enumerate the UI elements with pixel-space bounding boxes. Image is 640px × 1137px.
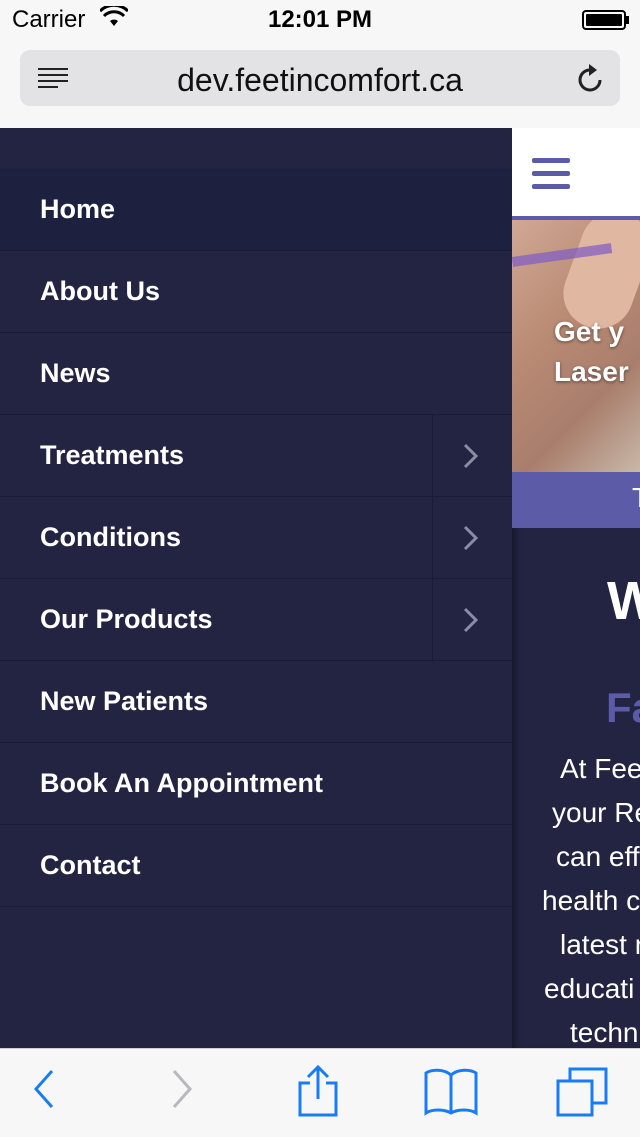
chevron-right-icon (463, 525, 479, 551)
nav-item-about-us[interactable]: About Us (0, 251, 512, 333)
paragraph-line: health c (542, 885, 640, 916)
chevron-right-icon (463, 607, 479, 633)
hamburger-menu-icon[interactable] (532, 158, 570, 190)
forward-icon[interactable] (170, 1067, 196, 1111)
paragraph-line: educati (544, 973, 635, 1004)
nav-item-new-patients[interactable]: New Patients (0, 661, 512, 743)
nav-item-label: Contact (40, 850, 141, 880)
site-header (512, 128, 640, 220)
browser-address-area: dev.feetincomfort.ca (0, 40, 640, 128)
paragraph-line: latest r (560, 929, 640, 960)
nav-item-label: Book An Appointment (40, 768, 323, 798)
paragraph-line: At Fee (560, 753, 640, 784)
chevron-right-icon (463, 443, 479, 469)
side-navigation: Home About Us News Treatments Conditions… (0, 128, 512, 1048)
nav-item-conditions[interactable]: Conditions (0, 497, 512, 579)
welcome-heading: W (607, 571, 640, 631)
expand-products-button[interactable] (432, 579, 512, 660)
hero-heading-line2: Laser (554, 356, 629, 387)
address-bar[interactable]: dev.feetincomfort.ca (20, 50, 620, 106)
nav-item-label: Treatments (40, 440, 185, 470)
nav-item-label: New Patients (40, 686, 209, 716)
nav-item-label: Our Products (40, 604, 213, 634)
nav-item-treatments[interactable]: Treatments (0, 415, 512, 497)
hero-caption-bar[interactable]: T (512, 472, 640, 528)
clock: 12:01 PM (267, 6, 373, 33)
reload-icon[interactable] (576, 62, 606, 94)
expand-conditions-button[interactable] (432, 497, 512, 578)
hero-heading-line1: Get y (554, 316, 625, 347)
nav-item-home[interactable]: Home (0, 169, 512, 251)
paragraph-line: techn (570, 1017, 639, 1048)
nav-item-label: News (40, 358, 111, 388)
nav-item-label: Conditions (40, 522, 181, 552)
expand-treatments-button[interactable] (432, 415, 512, 496)
nav-item-contact[interactable]: Contact (0, 825, 512, 907)
caption-text: T (632, 482, 640, 514)
nav-item-news[interactable]: News (0, 333, 512, 415)
nav-item-label: About Us (40, 276, 160, 306)
paragraph-line: your Re (552, 797, 640, 828)
hero-banner[interactable]: Get y Laser (512, 220, 640, 472)
bookmarks-icon[interactable] (424, 1067, 478, 1117)
paragraph-line: can eff (556, 841, 640, 872)
nav-item-our-products[interactable]: Our Products (0, 579, 512, 661)
back-icon[interactable] (30, 1067, 56, 1111)
main-page-content[interactable]: Get y Laser T W Fa At Fee your Re can ef… (512, 128, 640, 1048)
browser-toolbar (0, 1048, 640, 1137)
section-subheading: Fa (606, 684, 640, 731)
battery-icon (582, 10, 629, 30)
tabs-icon[interactable] (556, 1067, 608, 1117)
status-bar: Carrier 12:01 PM (0, 0, 640, 40)
url-text[interactable]: dev.feetincomfort.ca (20, 62, 620, 99)
nav-item-book-appointment[interactable]: Book An Appointment (0, 743, 512, 825)
nav-item-label: Home (40, 194, 116, 224)
share-icon[interactable] (296, 1063, 340, 1119)
